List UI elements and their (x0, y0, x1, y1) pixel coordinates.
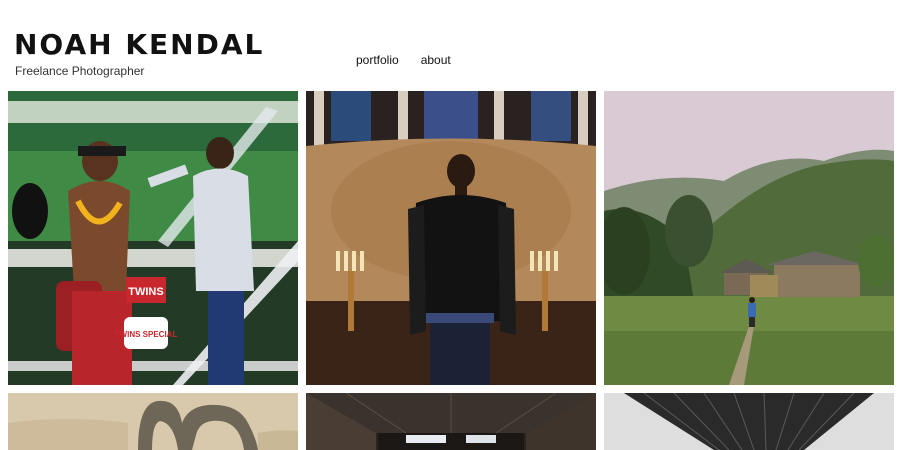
photo-architecture-image (604, 393, 894, 450)
photo-man-in-church[interactable] (306, 91, 596, 385)
photo-office-ceiling[interactable] (306, 393, 596, 450)
site-title[interactable]: NOAH KENDAL (14, 28, 264, 62)
photo-muay-thai-image: TWINS TWINS SPECIAL (8, 91, 298, 385)
site-subtitle: Freelance Photographer (15, 64, 145, 78)
site-header: NOAH KENDAL Freelance Photographer portf… (0, 0, 900, 90)
photo-desert-sculpture-image (8, 393, 298, 450)
nav-about-link[interactable]: about (421, 53, 451, 67)
photo-architecture[interactable] (604, 393, 894, 450)
photo-desert-sculpture[interactable] (8, 393, 298, 450)
twins-special-text: TWINS SPECIAL (115, 330, 178, 339)
twins-shorts-text: TWINS (128, 286, 163, 298)
photo-mountain-valley[interactable] (604, 91, 894, 385)
nav-portfolio-link[interactable]: portfolio (356, 53, 399, 67)
photo-mountain-valley-image (604, 91, 894, 385)
photo-man-in-church-image (306, 91, 596, 385)
photo-office-ceiling-image (306, 393, 596, 450)
photo-muay-thai[interactable]: TWINS TWINS SPECIAL (8, 91, 298, 385)
main-nav: portfolio about (356, 53, 451, 67)
